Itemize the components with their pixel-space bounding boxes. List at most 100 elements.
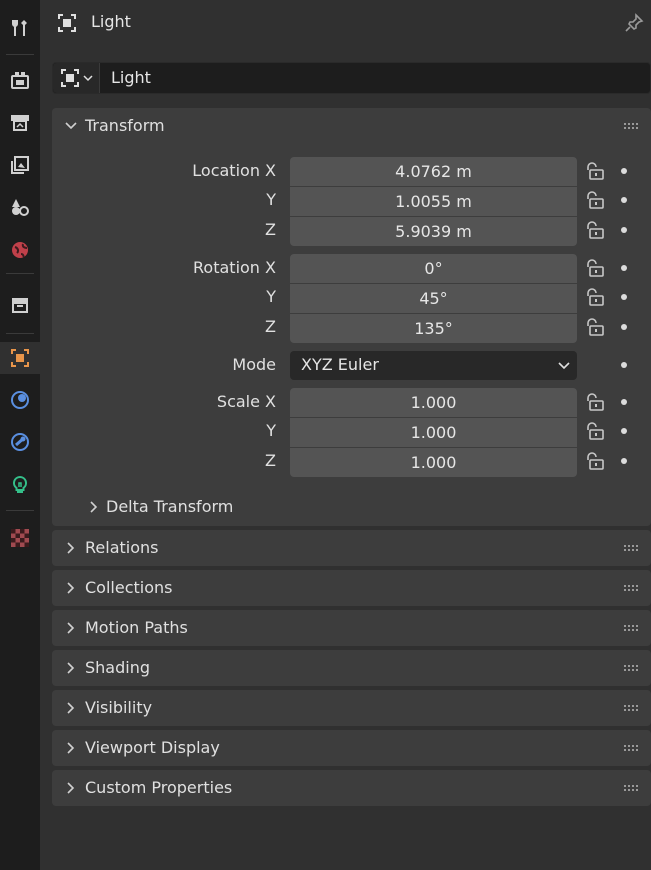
rotation-x-field[interactable]: 0° (290, 254, 577, 283)
drag-grip-icon (624, 705, 638, 711)
lock-icon[interactable] (584, 318, 606, 340)
properties-tab-bar (0, 0, 40, 870)
lock-icon[interactable] (584, 162, 606, 184)
scale-x-label: Scale X (216, 392, 276, 411)
light-data-icon[interactable] (4, 469, 36, 501)
rotation-y-row: Y 45° (52, 283, 651, 313)
scale-y-row: Y 1.000 (52, 417, 651, 447)
keyframe-dot[interactable] (621, 227, 627, 233)
keyframe-dot[interactable] (621, 324, 627, 330)
location-x-field[interactable]: 4.0762 m (290, 157, 577, 186)
texture-icon[interactable] (4, 522, 36, 554)
keyframe-dot[interactable] (621, 197, 627, 203)
scale-y-label: Y (266, 421, 276, 440)
keyframe-dot[interactable] (621, 168, 627, 174)
drag-grip-icon (624, 625, 638, 631)
render-icon[interactable] (4, 64, 36, 96)
scale-x-field[interactable]: 1.000 (290, 388, 577, 417)
location-y-row: Y 1.0055 m (52, 186, 651, 216)
pin-icon[interactable] (623, 12, 645, 38)
panel-title: Viewport Display (85, 738, 220, 757)
rotation-z-field[interactable]: 135° (290, 313, 577, 343)
panel-title: Collections (85, 578, 173, 597)
location-z-label: Z (265, 220, 276, 239)
panel-title: Motion Paths (85, 618, 188, 637)
panel-title: Visibility (85, 698, 153, 717)
shading-panel[interactable]: Shading (52, 650, 651, 686)
chevron-right-icon (67, 622, 75, 634)
rotation-mode-dropdown[interactable]: XYZ Euler (290, 351, 577, 380)
drag-grip-icon (624, 665, 638, 671)
visibility-panel[interactable]: Visibility (52, 690, 651, 726)
rotation-z-row: Z 135° (52, 313, 651, 343)
custom-properties-panel[interactable]: Custom Properties (52, 770, 651, 806)
scale-z-label: Z (265, 451, 276, 470)
lock-icon[interactable] (584, 221, 606, 243)
relations-panel[interactable]: Relations (52, 530, 651, 566)
physics-icon[interactable] (4, 384, 36, 416)
rotation-z-label: Z (265, 317, 276, 336)
view-layer-icon[interactable] (4, 149, 36, 181)
world-icon[interactable] (4, 234, 36, 266)
collection-icon[interactable] (4, 289, 36, 321)
chevron-right-icon (90, 501, 98, 513)
chevron-right-icon (67, 702, 75, 714)
delta-transform-header[interactable]: Delta Transform (52, 492, 651, 524)
keyframe-dot[interactable] (621, 265, 627, 271)
lock-icon[interactable] (584, 259, 606, 281)
drag-grip-icon (624, 123, 638, 129)
chevron-right-icon (67, 782, 75, 794)
chevron-right-icon (67, 742, 75, 754)
location-y-label: Y (266, 190, 276, 209)
rotation-x-label: Rotation X (193, 258, 276, 277)
rotation-y-field[interactable]: 45° (290, 283, 577, 313)
chevron-down-icon (558, 362, 570, 370)
page-title: Light (91, 12, 131, 31)
constraints-icon[interactable] (4, 426, 36, 458)
location-z-field[interactable]: 5.9039 m (290, 216, 577, 246)
keyframe-dot[interactable] (621, 362, 627, 368)
transform-panel-header[interactable]: Transform (52, 108, 651, 144)
rotation-y-label: Y (266, 287, 276, 306)
panel-title: Relations (85, 538, 159, 557)
viewport-display-panel[interactable]: Viewport Display (52, 730, 651, 766)
scale-y-field[interactable]: 1.000 (290, 417, 577, 447)
scene-icon[interactable] (4, 191, 36, 223)
lock-icon[interactable] (584, 452, 606, 474)
object-name-field: Light (52, 62, 651, 94)
location-x-label: Location X (192, 161, 276, 180)
drag-grip-icon (624, 785, 638, 791)
location-y-field[interactable]: 1.0055 m (290, 186, 577, 216)
keyframe-dot[interactable] (621, 458, 627, 464)
output-icon[interactable] (4, 106, 36, 138)
lock-icon[interactable] (584, 393, 606, 415)
object-type-dropdown[interactable] (53, 63, 100, 93)
collections-panel[interactable]: Collections (52, 570, 651, 606)
location-z-row: Z 5.9039 m (52, 216, 651, 246)
keyframe-dot[interactable] (621, 428, 627, 434)
panel-title: Transform (85, 116, 165, 135)
object-icon (56, 12, 78, 34)
object-name-input[interactable]: Light (111, 68, 151, 87)
location-x-row: Location X 4.0762 m (52, 157, 651, 186)
panel-title: Custom Properties (85, 778, 233, 797)
chevron-right-icon (67, 662, 75, 674)
lock-icon[interactable] (584, 288, 606, 310)
tool-icon[interactable] (4, 12, 36, 44)
scale-x-row: Scale X 1.000 (52, 388, 651, 417)
chevron-right-icon (67, 542, 75, 554)
motion-paths-panel[interactable]: Motion Paths (52, 610, 651, 646)
object-icon[interactable] (0, 342, 40, 374)
lock-icon[interactable] (584, 422, 606, 444)
panel-title: Shading (85, 658, 150, 677)
keyframe-dot[interactable] (621, 399, 627, 405)
rotation-mode-row: Mode XYZ Euler (52, 351, 651, 380)
chevron-down-icon (83, 75, 93, 82)
lock-icon[interactable] (584, 191, 606, 213)
transform-panel: Transform Location X 4.0762 m Y 1.0055 m… (52, 108, 651, 526)
keyframe-dot[interactable] (621, 294, 627, 300)
scale-z-field[interactable]: 1.000 (290, 447, 577, 477)
drag-grip-icon (624, 545, 638, 551)
properties-header: Light (40, 0, 651, 46)
object-icon (61, 69, 79, 87)
